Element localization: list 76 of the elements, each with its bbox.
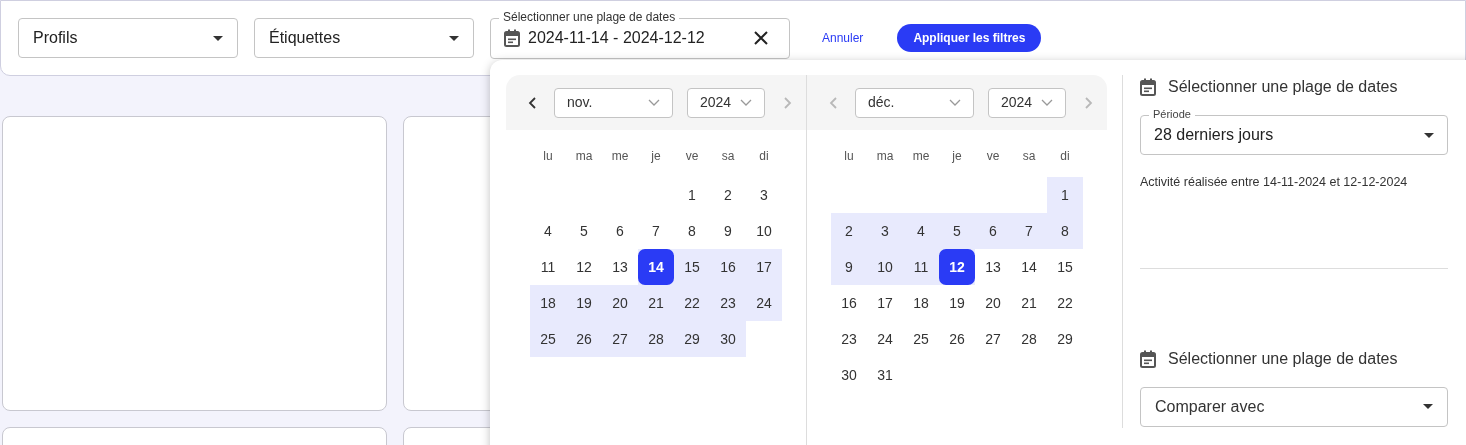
calendar-day[interactable]: 5 (566, 213, 602, 249)
close-icon[interactable] (754, 31, 768, 45)
section-title: Sélectionner une plage de dates (1168, 348, 1398, 369)
calendar-icon (504, 29, 520, 47)
period-value: 28 derniers jours (1154, 125, 1274, 145)
dropdown-caret-icon (213, 35, 223, 41)
calendar-day[interactable]: 30 (831, 357, 867, 393)
calendar-day[interactable]: 9 (710, 213, 746, 249)
weekday-label: je (952, 148, 962, 165)
calendar-day[interactable]: 12 (939, 249, 975, 285)
weekday-label: di (1060, 148, 1070, 165)
calendar-day[interactable]: 20 (975, 285, 1011, 321)
weekday-label: ma (575, 148, 593, 165)
weekday-label: je (651, 148, 661, 165)
weekday-label: sa (1022, 148, 1036, 165)
calendar-day[interactable]: 4 (530, 213, 566, 249)
calendar-day[interactable]: 6 (602, 213, 638, 249)
dropdown-caret-icon (1424, 132, 1434, 138)
weekday-label: ma (876, 148, 894, 165)
dropdown-caret-icon (1423, 404, 1433, 410)
previous-month-icon[interactable] (527, 96, 537, 109)
calendar-day[interactable]: 14 (638, 249, 674, 285)
calendar-day[interactable]: 16 (831, 285, 867, 321)
calendar-icon (1140, 78, 1156, 96)
calendar-day[interactable]: 27 (975, 321, 1011, 357)
calendar-icon (1140, 349, 1156, 368)
select-field[interactable]: 2024 (988, 87, 1066, 118)
calendar-day[interactable]: 23 (831, 321, 867, 357)
calendar-day[interactable]: 8 (674, 213, 710, 249)
weekday-label: lu (844, 148, 854, 165)
calendar-day[interactable]: 24 (867, 321, 903, 357)
chevron-down-icon (949, 99, 961, 106)
calendar-day[interactable]: 12 (566, 249, 602, 285)
calendar-day[interactable]: 11 (530, 249, 566, 285)
calendar-day[interactable]: 17 (867, 285, 903, 321)
weekday-label: me (611, 148, 629, 165)
profiles-dropdown[interactable]: Profils (18, 18, 238, 58)
calendar-day[interactable]: 31 (867, 357, 903, 393)
calendar-day[interactable]: 21 (1011, 285, 1047, 321)
period-summary: Activité réalisée entre 14-11-2024 et 12-12-2024 (1140, 174, 1409, 191)
select-field[interactable]: nov. (554, 87, 673, 118)
calendar-day[interactable]: 14 (1011, 249, 1047, 285)
apply-filters-button[interactable]: Appliquer les filtres (897, 24, 1042, 52)
chevron-down-icon (1041, 99, 1053, 106)
compare-dropdown[interactable]: Comparer avec (1140, 386, 1448, 427)
weekday-label: me (912, 148, 930, 165)
select-field[interactable]: déc. (855, 87, 974, 118)
calendar-day[interactable]: 25 (903, 321, 939, 357)
calendar-day[interactable]: 13 (602, 249, 638, 285)
calendar-day[interactable]: 2 (710, 177, 746, 213)
weekday-label: di (759, 148, 769, 165)
weekday-label: sa (721, 148, 735, 165)
calendar-day[interactable]: 19 (939, 285, 975, 321)
calendar-day[interactable]: 22 (1047, 285, 1083, 321)
date-range-value: 2024-11-14 - 2024-12-12 (528, 28, 706, 48)
calendar-day[interactable]: 10 (746, 213, 782, 249)
weekday-label: ve (986, 148, 1000, 165)
select-field[interactable]: 2024 (687, 87, 765, 118)
calendar-day[interactable]: 26 (939, 321, 975, 357)
calendar-day[interactable]: 13 (975, 249, 1011, 285)
calendar-day[interactable]: 1 (674, 177, 710, 213)
calendar-day[interactable]: 15 (1047, 249, 1083, 285)
field-label: Période (1149, 107, 1195, 121)
calendar-day[interactable]: 7 (638, 213, 674, 249)
cancel-link[interactable]: Annuler (814, 29, 872, 47)
chevron-down-icon (648, 99, 660, 106)
dropdown-caret-icon (449, 35, 459, 41)
calendar-day[interactable]: 3 (746, 177, 782, 213)
weekday-label: lu (543, 148, 553, 165)
weekday-label: ve (685, 148, 699, 165)
section-title: Sélectionner une plage de dates (1168, 77, 1398, 97)
calendar-day[interactable]: 28 (1011, 321, 1047, 357)
chevron-down-icon (740, 99, 752, 106)
tags-dropdown[interactable]: Étiquettes (254, 18, 474, 58)
calendar-day[interactable]: 29 (1047, 321, 1083, 357)
calendar-day[interactable]: 18 (903, 285, 939, 321)
